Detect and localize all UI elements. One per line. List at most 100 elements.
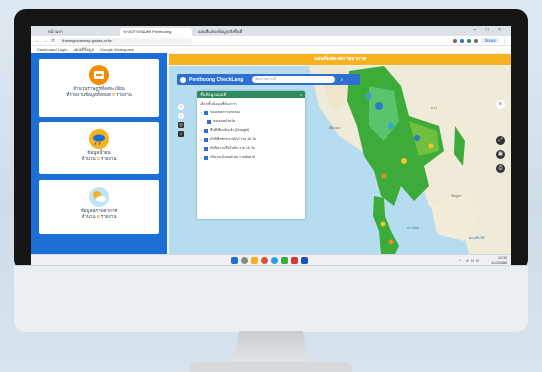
layer-checkbox[interactable] — [207, 119, 211, 124]
layer-row[interactable]: › พื้นที่เสี่ยงภัยแล้ง (Drought) — [197, 126, 305, 135]
bookmark-item[interactable]: Dashboard Login — [37, 47, 67, 52]
bookmark-item[interactable]: แผนที่ข้อมูล — [73, 46, 94, 53]
cloud-rain-icon — [89, 129, 109, 149]
layers-panel-title: ชั้นข้อมูลแผนที่ — [200, 92, 226, 97]
window-controls[interactable]: – □ × — [474, 27, 506, 33]
address-bar: ← → ⟳ thairegionalmap.gistda.or.th/ อัปเ… — [31, 36, 511, 46]
layer-checkbox[interactable] — [204, 110, 209, 115]
map-view[interactable]: Penthuong CheckLang ค้นหาสถานที่ ⌕ + − ◎… — [169, 66, 511, 254]
browser-tab[interactable]: แผนที่แสดงข้อมูลเชิงพื้นที่ — [195, 28, 267, 36]
layers-panel-header: ชั้นข้อมูลแผนที่ × — [197, 91, 305, 98]
app-logo-icon — [180, 76, 186, 83]
layer-label: ดัชนีความชื้นในดิน ราย 16 วัน — [210, 146, 255, 150]
layer-row[interactable]: › ดัชนีพืชพรรณ NDVI ราย 16 วัน — [197, 135, 305, 144]
map-zoom-controls: + − ◎ ⌂ — [178, 104, 184, 137]
expand-icon[interactable]: › — [201, 129, 202, 133]
close-icon[interactable]: × — [300, 91, 305, 98]
locate-button[interactable]: ◎ — [178, 122, 184, 128]
browser-tab[interactable]: หน้าแรก — [45, 28, 117, 36]
monitor: หน้าแรก ระบบสารสนเทศ Penthuong แผนที่แสด… — [14, 9, 528, 332]
layer-checkbox[interactable] — [204, 137, 209, 142]
sun-cloud-icon — [89, 187, 109, 207]
home-button[interactable]: ⌂ — [178, 131, 184, 137]
url-field[interactable]: thairegionalmap.gistda.or.th/ — [58, 37, 193, 44]
stat-card-weather[interactable]: ข้อมูลสภาพอากาศ จำนวน 0 รายงาน — [39, 180, 159, 234]
taskbar-icons — [231, 257, 308, 264]
map-right-toolbar-2: ⤢ ▣ ⎙ — [496, 136, 505, 173]
card-unit: รายงาน — [100, 156, 117, 161]
system-tray[interactable]: ^ ENG — [459, 258, 481, 263]
card-unit: รายงาน — [116, 92, 132, 97]
card-subtitle: จำนวน — [81, 214, 96, 219]
layer-checkbox[interactable] — [204, 146, 209, 151]
print-icon[interactable]: ⎙ — [496, 164, 505, 173]
forward-icon[interactable]: → — [43, 38, 48, 44]
map-app-title: Penthuong CheckLang — [189, 76, 244, 83]
zoom-icon[interactable]: ⤢ — [496, 136, 505, 145]
expand-icon[interactable]: › — [201, 156, 202, 160]
layer-row[interactable]: › ปริมาณน้ำฝนสะสม รายสัปดาห์ — [197, 153, 305, 162]
card-count: 0 — [96, 156, 100, 161]
layer-row[interactable]: › ดัชนีความชื้นในดิน ราย 16 วัน — [197, 144, 305, 153]
sidebar: จำนวนราษฎรที่ลงทะเบียน ที่รายงานข้อมูลทั… — [31, 53, 167, 254]
screen: หน้าแรก ระบบสารสนเทศ Penthuong แผนที่แสด… — [31, 26, 511, 265]
layer-row[interactable]: ขอบเขตจังหวัด — [197, 117, 305, 126]
map-place-label: ทะเลจีนใต้ — [469, 236, 485, 240]
reload-icon[interactable]: ⟳ — [51, 38, 55, 44]
map-place-label: กัมพูชา — [451, 194, 462, 198]
layer-checkbox[interactable] — [204, 155, 209, 160]
layer-label: ขอบเขตจังหวัด — [213, 119, 236, 123]
stat-card-registrations[interactable]: จำนวนราษฎรที่ลงทะเบียน ที่รายงานข้อมูลทั… — [39, 59, 159, 117]
edge-icon[interactable] — [271, 257, 278, 264]
taskbar-clock[interactable]: 12:30 1/12/2566 — [491, 256, 507, 265]
expand-icon[interactable]: › — [201, 147, 202, 151]
expand-icon[interactable]: › — [201, 138, 202, 142]
page-title-banner: แผนที่แสดงสภาพอากาศ — [169, 54, 511, 65]
card-count: 0 — [96, 214, 100, 219]
layer-row[interactable]: › ขอบเขตการปกครอง — [197, 108, 305, 117]
settings-icon[interactable] — [301, 257, 308, 264]
card-subtitle: จำนวน — [81, 156, 96, 161]
extension-icon[interactable] — [453, 38, 458, 43]
layer-label: พื้นที่เสี่ยงภัยแล้ง (Drought) — [210, 128, 250, 132]
profile-icon[interactable] — [474, 38, 479, 43]
back-icon[interactable]: ← — [35, 38, 40, 44]
web-page: จำนวนราษฎรที่ลงทะเบียน ที่รายงานข้อมูลทั… — [31, 53, 511, 254]
mail-icon[interactable] — [291, 257, 298, 264]
monitor-stand-base — [190, 362, 352, 372]
layer-label: ดัชนีพืชพรรณ NDVI ราย 16 วัน — [210, 137, 257, 141]
layers-panel-subtitle: เลือกชั้นข้อมูลที่ต้องการ — [200, 102, 237, 106]
chrome-icon[interactable] — [261, 257, 268, 264]
files-icon[interactable] — [251, 257, 258, 264]
search-icon[interactable]: ⌕ — [340, 77, 343, 83]
map-app-bar: Penthuong CheckLang ค้นหาสถานที่ ⌕ — [177, 74, 360, 85]
map-place-label: ลาว — [431, 106, 437, 110]
extension-icon[interactable] — [467, 38, 472, 43]
store-icon[interactable] — [281, 257, 288, 264]
stat-card-rain[interactable]: ข้อมูลน้ำฝน จำนวน 0 รายงาน — [39, 122, 159, 174]
map-place-label: เมียนมา — [329, 126, 341, 130]
layer-label: ปริมาณน้ำฝนสะสม รายสัปดาห์ — [210, 155, 256, 159]
menu-icon[interactable]: ⋮ — [502, 38, 507, 44]
update-button[interactable]: อัปเดต — [481, 38, 499, 43]
layers-icon[interactable]: ≡ — [496, 100, 505, 109]
map-place-label: อ่าวไทย — [407, 226, 419, 230]
card-unit: รายงาน — [100, 214, 117, 219]
windows-icon[interactable] — [231, 257, 238, 264]
monitor-chin — [14, 265, 528, 332]
card-stat-line: จำนวน 0 รายงาน — [39, 156, 159, 162]
layer-label: ขอบเขตการปกครอง — [210, 110, 241, 114]
layer-checkbox[interactable] — [204, 128, 209, 133]
layers-panel: ชั้นข้อมูลแผนที่ × เลือกชั้นข้อมูลที่ต้อง… — [197, 91, 305, 219]
browser-tab-active[interactable]: ระบบสารสนเทศ Penthuong — [120, 28, 192, 36]
extension-icon[interactable] — [460, 38, 465, 43]
bookmark-item[interactable]: Google Workspace — [100, 47, 134, 52]
search-icon[interactable] — [241, 257, 248, 264]
inbox-icon — [89, 65, 109, 85]
expand-icon[interactable]: › — [201, 111, 202, 115]
zoom-out-button[interactable]: − — [178, 113, 184, 119]
zoom-in-button[interactable]: + — [178, 104, 184, 110]
monitor-stand — [233, 331, 309, 365]
map-search-input[interactable]: ค้นหาสถานที่ — [252, 76, 336, 83]
fullscreen-icon[interactable]: ▣ — [496, 150, 505, 159]
